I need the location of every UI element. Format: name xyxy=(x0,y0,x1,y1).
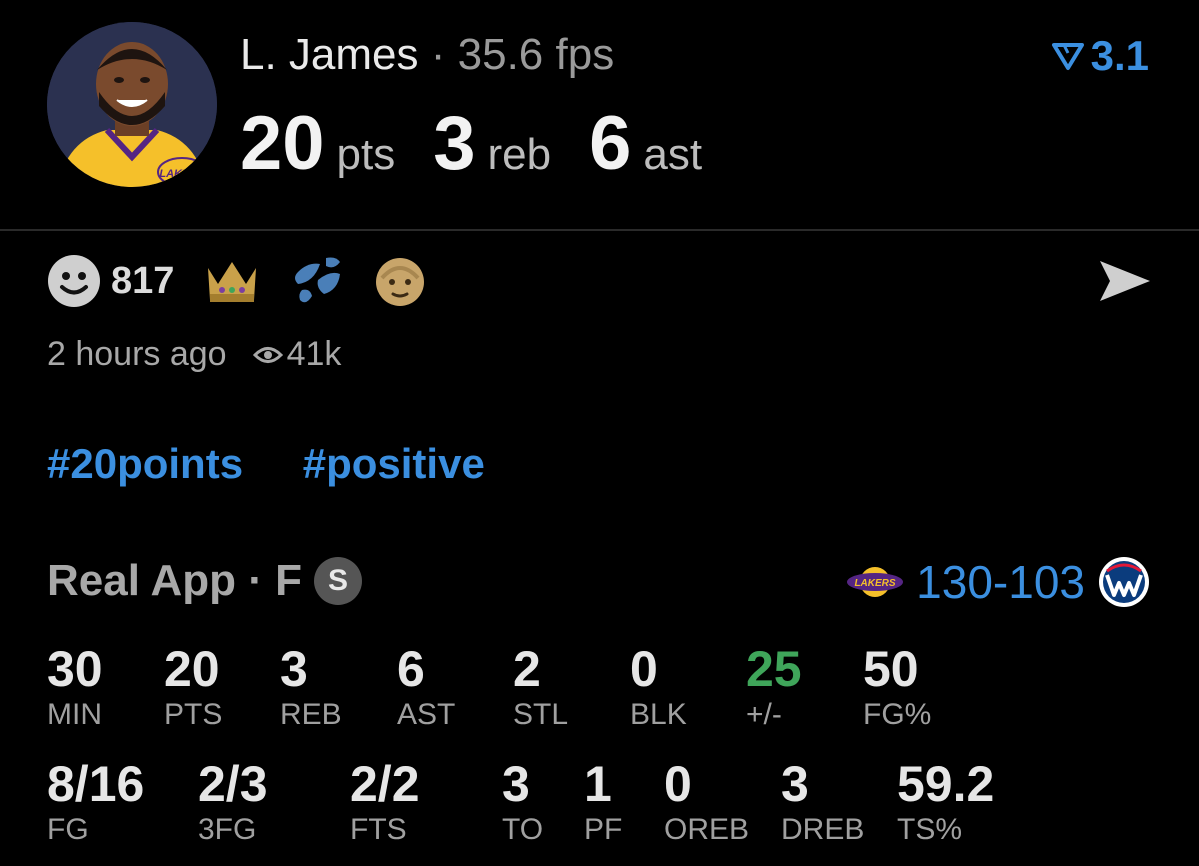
source-badge[interactable]: S xyxy=(314,557,363,605)
rating-value: 3.1 xyxy=(1090,32,1149,79)
box-stat-fg-pct: 50 FG% xyxy=(863,640,931,732)
view-count-value: 41k xyxy=(286,335,342,373)
home-score: 130 xyxy=(916,556,993,608)
box-stat-label: FG xyxy=(47,813,89,846)
box-stat-label: AST xyxy=(397,698,456,731)
box-stat-label: FG% xyxy=(863,698,932,731)
box-stat-value: 8/16 xyxy=(47,756,145,812)
box-stat-label: +/- xyxy=(746,698,782,731)
source-line: Real App · F S xyxy=(47,556,363,606)
crown-icon[interactable] xyxy=(204,254,260,308)
box-stat-plus-minus: 25 +/- xyxy=(746,640,802,732)
box-stat-value: 50 xyxy=(863,641,919,697)
box-stat-label: TS% xyxy=(897,813,963,846)
hashtag-list: #20points #positive xyxy=(47,440,533,488)
box-stat-value: 3 xyxy=(280,641,308,697)
box-stat-value: 1 xyxy=(584,756,612,812)
box-stat-fg: 8/16 FG xyxy=(47,755,144,847)
stat-pts-value: 20 xyxy=(240,101,325,186)
stat-reb-value: 3 xyxy=(433,101,476,186)
box-stat-value: 30 xyxy=(47,641,103,697)
box-stat-3fg: 2/3 3FG xyxy=(198,755,268,847)
stat-pts-unit: pts xyxy=(336,130,396,179)
box-stat-value: 0 xyxy=(664,756,692,812)
player-photo: LAKERS xyxy=(47,22,217,187)
title-separator: · xyxy=(430,30,446,79)
box-stat-value: 59.2 xyxy=(897,756,995,812)
score-value: 130-103 xyxy=(916,555,1085,609)
score-dash: - xyxy=(992,556,1009,608)
box-stat-pf: 1 PF xyxy=(584,755,622,847)
box-stat-label: DREB xyxy=(781,813,865,846)
rating-triangle-icon xyxy=(1051,43,1084,70)
box-stat-pts: 20 PTS xyxy=(164,640,222,732)
box-stat-value: 6 xyxy=(397,641,425,697)
player-title: L. James · 35.6 fps xyxy=(240,30,614,80)
box-stat-label: OREB xyxy=(664,813,750,846)
box-stat-value: 2/2 xyxy=(350,756,420,812)
header-divider xyxy=(0,229,1199,231)
player-name[interactable]: L. James xyxy=(240,30,419,79)
box-stat-label: BLK xyxy=(630,698,687,731)
view-count: 41k xyxy=(252,335,342,374)
stat-ast-value: 6 xyxy=(589,101,632,186)
time-ago: 2 hours ago xyxy=(47,335,227,373)
box-stat-label: PF xyxy=(584,813,623,846)
fantasy-points: 35.6 fps xyxy=(457,30,615,79)
box-stat-stl: 2 STL xyxy=(513,640,568,732)
player-avatar[interactable]: LAKERS xyxy=(47,22,217,187)
box-stat-label: TO xyxy=(502,813,544,846)
box-stat-value: 3 xyxy=(502,756,530,812)
lakers-logo-icon: LAKERS xyxy=(847,567,904,597)
game-score[interactable]: LAKERS 130-103 xyxy=(846,555,1151,609)
box-stat-value: 3 xyxy=(781,756,809,812)
post-meta: 2 hours ago 41k xyxy=(47,335,341,374)
box-stat-value: 25 xyxy=(746,641,802,697)
box-stat-ast: 6 AST xyxy=(397,640,455,732)
box-stat-blk: 0 BLK xyxy=(630,640,687,732)
box-stat-min: 30 MIN xyxy=(47,640,103,732)
stat-ast-unit: ast xyxy=(643,130,703,179)
box-stat-label: PTS xyxy=(164,698,223,731)
reactions-bar: 817 xyxy=(47,254,456,308)
stat-reb-unit: reb xyxy=(487,130,552,179)
score-lakers-text: LAKERS xyxy=(855,578,896,589)
box-stat-label: MIN xyxy=(47,698,102,731)
box-stat-label: FTS xyxy=(350,813,407,846)
sweat-droplets-icon[interactable] xyxy=(288,254,344,308)
box-stat-value: 20 xyxy=(164,641,220,697)
box-stat-value: 0 xyxy=(630,641,658,697)
reaction-count: 817 xyxy=(111,259,175,302)
box-stat-label: STL xyxy=(513,698,569,731)
box-stat-value: 2 xyxy=(513,641,541,697)
wizards-logo-icon xyxy=(1099,557,1149,607)
eye-icon xyxy=(252,346,283,363)
box-stat-label: REB xyxy=(280,698,342,731)
smiley-reaction-icon[interactable] xyxy=(47,254,101,308)
old-man-face-icon[interactable] xyxy=(372,254,428,308)
box-stat-to: 3 TO xyxy=(502,755,543,847)
away-score: 103 xyxy=(1008,556,1085,608)
box-stat-value: 2/3 xyxy=(198,756,268,812)
hashtag[interactable]: #20points xyxy=(47,440,243,487)
headline-stats: 20 pts 3 reb 6 ast xyxy=(240,100,740,187)
box-stat-ts-pct: 59.2 TS% xyxy=(897,755,994,847)
source-label: Real App · F xyxy=(47,556,303,605)
send-share-icon[interactable] xyxy=(1096,257,1154,305)
lakers-logo-text: LAKERS xyxy=(159,168,205,180)
box-stat-fts: 2/2 FTS xyxy=(350,755,420,847)
box-stat-dreb: 3 DREB xyxy=(781,755,864,847)
hashtag[interactable]: #positive xyxy=(303,440,485,487)
box-stat-label: 3FG xyxy=(198,813,257,846)
box-stat-oreb: 0 OREB xyxy=(664,755,749,847)
rating-badge[interactable]: 3.1 xyxy=(1051,32,1149,80)
box-stat-reb: 3 REB xyxy=(280,640,342,732)
